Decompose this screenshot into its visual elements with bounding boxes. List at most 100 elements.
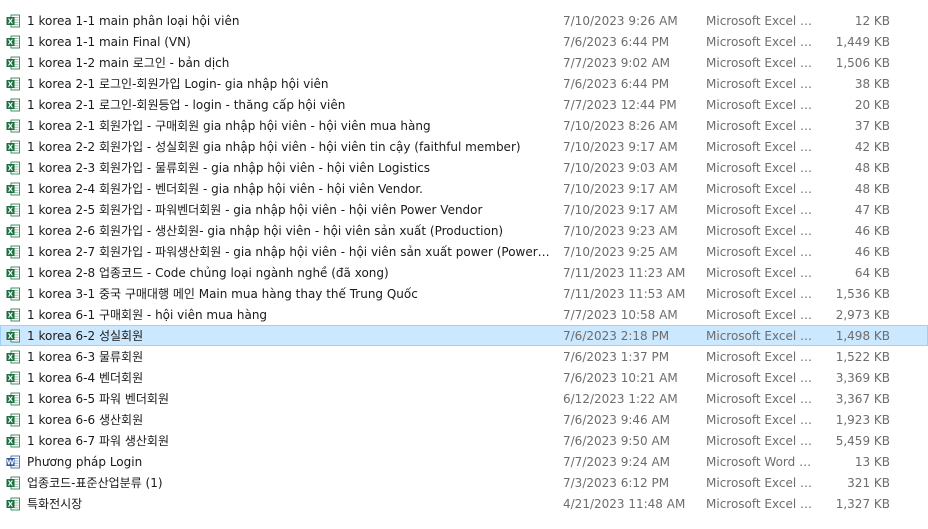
file-name: 특화전시장 [27, 497, 83, 511]
file-row[interactable]: X 1 korea 2-8 업종코드 - Code chủng loại ngàn… [0, 262, 928, 283]
file-size: 3,367 KB [835, 392, 890, 406]
file-type: Microsoft Excel W... [706, 119, 814, 133]
file-row[interactable]: X 1 korea 6-2 성실회원 7/6/2023 2:18 PM Microso… [0, 325, 928, 346]
file-type: Microsoft Excel W... [706, 203, 814, 217]
svg-text:X: X [8, 480, 14, 488]
file-date-modified: 7/6/2023 9:46 AM [563, 413, 671, 427]
file-date-modified: 7/6/2023 9:50 AM [563, 434, 671, 448]
svg-text:X: X [8, 144, 14, 152]
file-date-modified: 7/11/2023 11:23 AM [563, 266, 686, 280]
file-row[interactable]: X 1 korea 1-1 main Final (VN) 7/6/2023 6:4… [0, 31, 928, 52]
file-row[interactable]: X 1 korea 6-4 벤더회원 7/6/2023 10:21 AM Micros… [0, 367, 928, 388]
file-row[interactable]: X 1 korea 6-7 파워 생산회원 7/6/2023 9:50 AM Micr… [0, 430, 928, 451]
svg-text:X: X [8, 165, 14, 173]
file-type: Microsoft Excel W... [706, 434, 814, 448]
file-date-modified: 7/10/2023 9:23 AM [563, 224, 678, 238]
file-row[interactable]: X 1 korea 2-1 회원가입 - 구매회원 gia nhập hội vi… [0, 115, 928, 136]
svg-text:X: X [8, 123, 14, 131]
excel-icon: X [6, 119, 20, 133]
file-name: 1 korea 2-2 회원가입 - 성실회원 gia nhập hội viê… [27, 140, 521, 154]
excel-icon: X [6, 203, 20, 217]
file-name: 1 korea 2-4 회원가입 - 벤더회원 - gia nhập hội v… [27, 182, 423, 196]
excel-icon: X [6, 476, 20, 490]
file-row[interactable]: X 1 korea 2-2 회원가입 - 성실회원 gia nhập hội vi… [0, 136, 928, 157]
file-type: Microsoft Excel W... [706, 497, 814, 511]
file-row[interactable]: X 1 korea 2-6 회원가입 - 생산회원- gia nhập hội v… [0, 220, 928, 241]
excel-icon: X [6, 497, 20, 511]
file-row[interactable]: X 1 korea 6-5 파워 벤더회원 6/12/2023 1:22 AM Mic… [0, 388, 928, 409]
file-row[interactable]: X 1 korea 1-2 main 로그인 - bản dịch 7/7/2023… [0, 52, 928, 73]
file-row[interactable]: X 1 korea 6-3 물류회원 7/6/2023 1:37 PM Microso… [0, 346, 928, 367]
file-name: 1 korea 6-6 생산회원 [27, 413, 144, 427]
file-date-modified: 7/10/2023 9:25 AM [563, 245, 678, 259]
file-date-modified: 7/6/2023 1:37 PM [563, 350, 670, 364]
file-type: Microsoft Excel W... [706, 308, 814, 322]
excel-icon: X [6, 224, 20, 238]
file-date-modified: 7/10/2023 8:26 AM [563, 119, 678, 133]
svg-text:X: X [8, 396, 14, 404]
svg-text:X: X [8, 291, 14, 299]
file-name: 1 korea 2-3 회원가입 - 물류회원 - gia nhập hội v… [27, 161, 431, 175]
file-date-modified: 7/10/2023 9:03 AM [563, 161, 678, 175]
file-list: X 1 korea 1-1 main phân loại hội viên 7/10… [0, 10, 928, 514]
file-size: 12 KB [854, 14, 890, 28]
file-row[interactable]: X 1 korea 2-5 회원가입 - 파워벤더회원 - gia nhập hộ… [0, 199, 928, 220]
svg-text:X: X [8, 249, 14, 257]
file-row[interactable]: X 1 korea 2-7 회원가입 - 파워생산회원 - gia nhập hộ… [0, 241, 928, 262]
excel-icon: X [6, 434, 20, 448]
file-size: 5,459 KB [835, 434, 890, 448]
file-name: 1 korea 6-2 성실회원 [27, 329, 144, 343]
file-row[interactable]: X 1 korea 1-1 main phân loại hội viên 7/10… [0, 10, 928, 31]
file-date-modified: 7/10/2023 9:17 AM [563, 140, 678, 154]
svg-text:X: X [8, 186, 14, 194]
file-size: 1,449 KB [835, 35, 890, 49]
file-size: 64 KB [854, 266, 890, 280]
file-size: 47 KB [854, 203, 890, 217]
excel-icon: X [6, 161, 20, 175]
svg-text:X: X [8, 39, 14, 47]
file-name: 1 korea 1-2 main 로그인 - bản dịch [27, 56, 230, 70]
word-icon: W [6, 455, 20, 469]
file-name: 1 korea 1-1 main phân loại hội viên [27, 14, 240, 28]
file-date-modified: 7/11/2023 11:53 AM [563, 287, 686, 301]
file-type: Microsoft Excel W... [706, 371, 814, 385]
file-date-modified: 7/10/2023 9:17 AM [563, 182, 678, 196]
excel-icon: X [6, 350, 20, 364]
file-type: Microsoft Excel W... [706, 56, 814, 70]
svg-text:W: W [7, 459, 15, 467]
file-row[interactable]: W Phương pháp Login 7/7/2023 9:24 AM Micros… [0, 451, 928, 472]
excel-icon: X [6, 371, 20, 385]
file-row[interactable]: X 1 korea 2-3 회원가입 - 물류회원 - gia nhập hội … [0, 157, 928, 178]
file-date-modified: 7/3/2023 6:12 PM [563, 476, 670, 490]
file-row[interactable]: X 1 korea 3-1 중국 구매대행 메인 Main mua hàng th… [0, 283, 928, 304]
file-row[interactable]: X 업종코드-표준산업분류 (1) 7/3/2023 6:12 PM Microsof… [0, 472, 928, 493]
file-row[interactable]: X 1 korea 2-1 로그인-회원가입 Login- gia nhập hộ… [0, 73, 928, 94]
file-type: Microsoft Excel W... [706, 77, 814, 91]
file-name: 1 korea 3-1 중국 구매대행 메인 Main mua hàng tha… [27, 287, 418, 301]
file-row[interactable]: X 1 korea 6-1 구매회원 - hội viên mua hàng 7/7… [0, 304, 928, 325]
file-size: 1,536 KB [835, 287, 890, 301]
svg-text:X: X [8, 228, 14, 236]
file-type: Microsoft Excel W... [706, 245, 814, 259]
file-name: 1 korea 6-5 파워 벤더회원 [27, 392, 170, 406]
file-size: 13 KB [854, 455, 890, 469]
file-date-modified: 7/10/2023 9:17 AM [563, 203, 678, 217]
file-row[interactable]: X 1 korea 2-4 회원가입 - 벤더회원 - gia nhập hội … [0, 178, 928, 199]
svg-text:X: X [8, 102, 14, 110]
svg-text:X: X [8, 375, 14, 383]
excel-icon: X [6, 140, 20, 154]
file-row[interactable]: X 1 korea 2-1 로그인-회원등업 - login - thăng cấ… [0, 94, 928, 115]
file-row[interactable]: X 1 korea 6-6 생산회원 7/6/2023 9:46 AM Microso… [0, 409, 928, 430]
file-date-modified: 7/6/2023 6:44 PM [563, 77, 670, 91]
file-date-modified: 7/10/2023 9:26 AM [563, 14, 678, 28]
file-name: 1 korea 6-7 파워 생산회원 [27, 434, 170, 448]
excel-icon: X [6, 14, 20, 28]
svg-text:X: X [8, 18, 14, 26]
svg-text:X: X [8, 60, 14, 68]
file-size: 38 KB [854, 77, 890, 91]
file-date-modified: 4/21/2023 11:48 AM [563, 497, 686, 511]
excel-icon: X [6, 245, 20, 259]
file-row[interactable]: X 특화전시장 4/21/2023 11:48 AM Microsoft Excel … [0, 493, 928, 514]
svg-text:X: X [8, 438, 14, 446]
file-name: 1 korea 2-1 로그인-회원가입 Login- gia nhập hội… [27, 77, 329, 91]
